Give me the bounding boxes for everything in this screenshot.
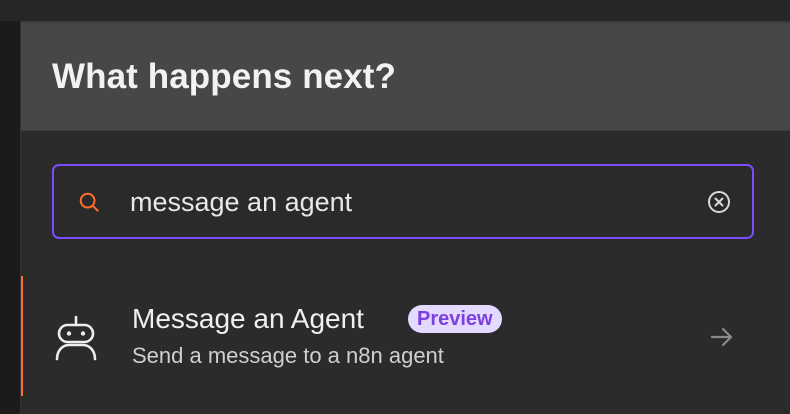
node-creator-panel: What happens next? Message an Agent Prev… [21,21,790,414]
left-canvas-strip [0,21,21,414]
search-bar[interactable] [52,164,754,239]
result-item-message-an-agent[interactable]: Message an Agent Preview Send a message … [21,276,790,414]
robot-icon [55,315,97,361]
preview-badge: Preview [408,305,502,333]
panel-header: What happens next? [21,23,790,131]
selected-item-accent [21,276,23,396]
result-title: Message an Agent [132,303,364,334]
result-description: Send a message to a n8n agent [132,343,444,368]
search-icon [79,192,99,212]
search-input[interactable] [130,180,690,224]
top-bar [0,0,790,21]
panel-title: What happens next? [52,57,397,96]
arrow-right-icon[interactable] [709,324,735,350]
clear-search-icon[interactable] [707,190,731,214]
